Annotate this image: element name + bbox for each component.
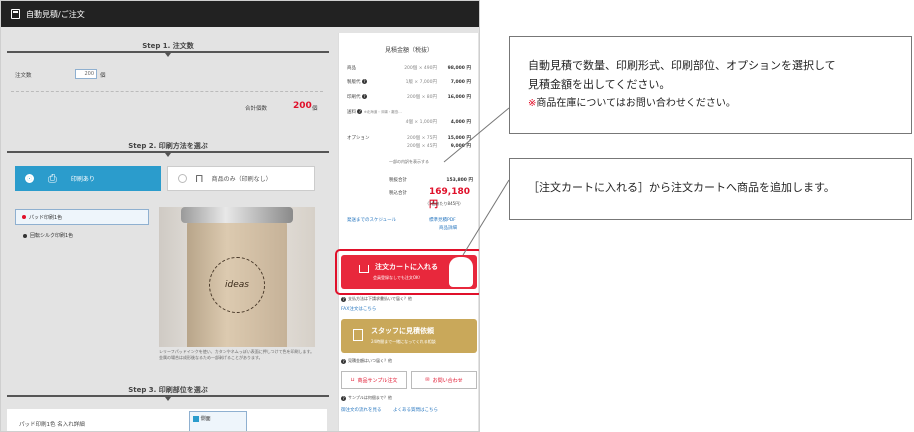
callout1-note: 商品在庫についてはお問い合わせください。 — [536, 98, 736, 109]
leader-line-2 — [462, 179, 510, 256]
callout-estimate: 自動見積で数量、印刷形式、印刷部位、オプションを選択して 見積金額を出してくださ… — [509, 36, 912, 134]
callout1-line1: 自動見積で数量、印刷形式、印刷部位、オプションを選択して — [528, 59, 836, 72]
callout-cart: ［注文カートに入れる］から注文カートへ商品を追加します。 — [509, 158, 912, 220]
callout1-line2: 見積金額を出してください。 — [528, 78, 671, 91]
leader-line-1 — [443, 107, 510, 163]
callout2-text: ［注文カートに入れる］から注文カートへ商品を追加します。 — [528, 181, 835, 194]
